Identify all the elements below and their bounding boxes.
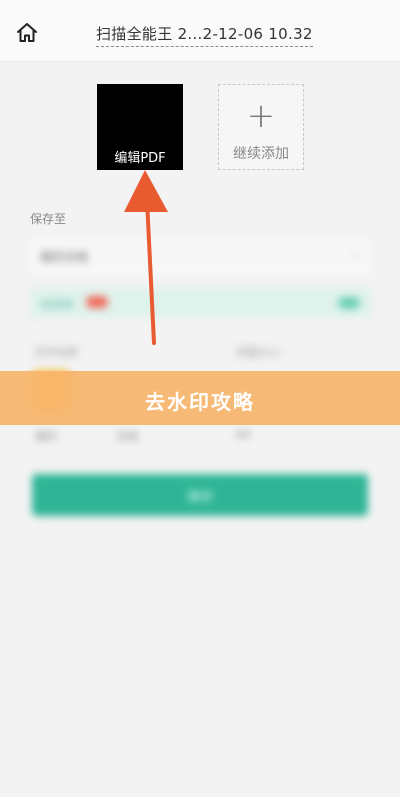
home-icon (17, 23, 37, 42)
edit-pdf-label: 编辑PDF (114, 151, 166, 166)
cloud-toggle[interactable] (338, 297, 360, 309)
pdf-thumbnail[interactable]: 编辑PDF (97, 84, 183, 170)
watermark-guide-banner: 去水印攻略 (0, 371, 400, 425)
cloud-promo-bar[interactable]: 云空间 (30, 288, 372, 318)
home-button[interactable] (14, 20, 40, 46)
promo-text: 云空间 (40, 298, 73, 311)
page-size-label: 页面大小 (236, 346, 280, 359)
arrow-head (124, 170, 168, 212)
save-button-label: 保存 (186, 490, 213, 505)
document-title[interactable]: 扫描全能王 2...2-12-06 10.32 (96, 23, 313, 47)
header: 扫描全能王 2...2-12-06 10.32 (0, 0, 400, 62)
file-name-label: 文件名称 (34, 346, 78, 359)
folder-select[interactable]: 我的文档 › (30, 238, 372, 276)
save-button[interactable]: 保存 (32, 474, 368, 516)
page-size-value[interactable]: A4 (236, 428, 251, 441)
add-more-label: 继续添加 (233, 146, 289, 162)
save-to-label: 保存至 (30, 212, 67, 226)
format-image-label[interactable]: 图片 (36, 428, 58, 444)
promo-badge (86, 296, 108, 308)
folder-value: 我的文档 (40, 250, 89, 264)
chevron-right-icon: › (353, 248, 358, 262)
plus-icon: + (246, 96, 276, 136)
banner-title: 去水印攻略 (145, 390, 255, 414)
format-doc-label[interactable]: 文档 (116, 428, 138, 444)
add-more-button[interactable]: + 继续添加 (218, 84, 304, 170)
